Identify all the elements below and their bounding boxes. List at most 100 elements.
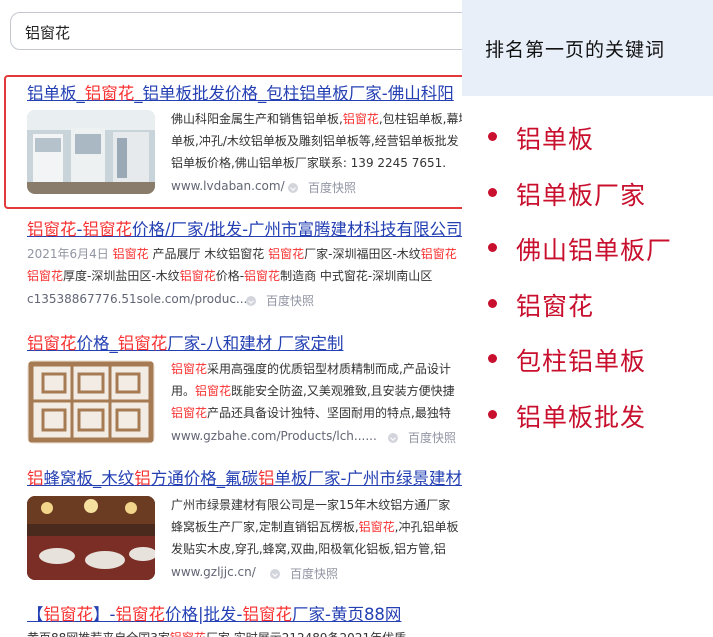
highlighted-term: 铝窗花 bbox=[112, 247, 149, 261]
bullet-dot bbox=[488, 299, 497, 308]
text-segment: 制造商 中式窗花-深圳南山区 bbox=[280, 269, 433, 283]
bullet-dot bbox=[488, 132, 497, 141]
snapshot-icon bbox=[388, 433, 398, 443]
highlighted-term: 铝 bbox=[258, 469, 275, 488]
text-segment: 方通价格_氟碳 bbox=[150, 469, 258, 488]
text-segment: 价格- bbox=[215, 269, 245, 283]
text-segment: 采用高强度的优质铝型材质精制而成,产品设计 bbox=[207, 362, 451, 376]
text-segment: 价格_ bbox=[76, 334, 118, 353]
highlighted-term: 铝窗花 bbox=[242, 605, 292, 624]
text-segment: 单板厂家-广州市绿景建材 bbox=[274, 469, 462, 488]
panel-header: 排名第一页的关键词 bbox=[462, 0, 713, 96]
search-results: 铝单板_铝窗花_铝单板批发价格_包柱铝单板厂家-佛山科阳 佛山科阳金属生产和销售… bbox=[0, 0, 462, 637]
bullet-dot bbox=[488, 188, 497, 197]
result-url[interactable]: www.gzljjc.cn/ bbox=[171, 565, 256, 579]
result-title[interactable]: 【铝窗花】-铝窗花价格|批发-铝窗花厂家-黄页88网 bbox=[27, 601, 401, 625]
text-segment: 既能安全防盗,又美观雅致,且安装方便快捷 bbox=[231, 384, 455, 398]
text-segment: 厂家-黄页88网 bbox=[291, 605, 402, 624]
result-snippet-line: 铝单板价格,佛山铝单板厂家联系: 139 2245 7651. bbox=[171, 154, 446, 171]
highlighted-term: 铝窗花 bbox=[82, 220, 132, 239]
result-snippet-line: 佛山科阳金属生产和销售铝单板,铝窗花,包柱铝单板,幕墙铝单板 bbox=[171, 110, 462, 127]
result-thumbnail[interactable] bbox=[27, 110, 155, 194]
text-segment: ,包柱铝单板,幕墙铝单板 bbox=[378, 112, 462, 126]
text-segment: 】- bbox=[93, 605, 116, 624]
keyword-item: 铝单板厂家 bbox=[488, 173, 708, 213]
result-snippet-line: 广州市绿景建材有限公司是一家15年木纹铝方通厂家 bbox=[171, 496, 450, 513]
highlighted-term: 铝 bbox=[134, 469, 151, 488]
highlighted-term: 铝窗花 bbox=[420, 247, 457, 261]
result-url[interactable]: www.lvdaban.com/ bbox=[171, 179, 285, 193]
result-snippet-line: 蜂窝板生产厂家,定制直销铝瓦楞板,铝窗花,冲孔铝单板 bbox=[171, 518, 458, 535]
result-title[interactable]: 铝窗花-铝窗花价格/厂家/批发-广州市富腾建材科技有限公司 bbox=[27, 216, 462, 240]
result-snippet-line: 单板,冲孔/木纹铝单板及雕刻铝单板等,经营铝单板批发 bbox=[171, 132, 459, 149]
keyword-item: 佛山铝单板厂 bbox=[488, 228, 708, 268]
result-snippet-line: 铝窗花采用高强度的优质铝型材质精制而成,产品设计 bbox=[171, 360, 451, 377]
text-segment: 蜂窝板_木纹 bbox=[43, 469, 135, 488]
text-segment: 发贴实木皮,穿孔,蜂窝,双曲,阳极氧化铝板,铝方管,铝 bbox=[171, 542, 446, 556]
highlighted-term: 铝窗花 bbox=[27, 220, 77, 239]
result-thumbnail[interactable] bbox=[27, 360, 155, 444]
result-snippet-line: 铝窗花厚度-深圳盐田区-木纹铝窗花价格-铝窗花制造商 中式窗花-深圳南山区 bbox=[27, 267, 432, 284]
text-segment: 广州市绿景建材有限公司是一家15年木纹铝方通厂家 bbox=[171, 498, 451, 512]
text-segment: 铝单板价格,佛山铝单板厂家联系: 139 2245 7651. bbox=[171, 156, 447, 170]
highlighted-term: 铝窗花 bbox=[43, 605, 94, 624]
text-segment: 价格/厂家/批发-广州市富腾建材科技有限公司 bbox=[131, 220, 462, 239]
panel-title: 排名第一页的关键词 bbox=[485, 39, 666, 61]
highlighted-term: 铝 bbox=[27, 469, 44, 488]
text-segment: 厂家,实时展示212489条2021年优质 bbox=[206, 631, 406, 637]
text-segment: 单板,冲孔/木纹铝单板及雕刻铝单板等,经营铝单板批发 bbox=[171, 134, 459, 148]
keyword-item: 包柱铝单板 bbox=[488, 339, 708, 379]
result-snippet-line: 用。铝窗花既能安全防盗,又美观雅致,且安装方便快捷 bbox=[171, 382, 455, 399]
text-segment: 价格|批发- bbox=[164, 605, 243, 624]
text-segment: 厚度-深圳盐田区-木纹 bbox=[63, 269, 180, 283]
result-snippet-line: 发贴实木皮,穿孔,蜂窝,双曲,阳极氧化铝板,铝方管,铝 bbox=[171, 540, 446, 557]
snapshot-link[interactable]: 百度快照 bbox=[270, 565, 338, 582]
result-title[interactable]: 铝窗花价格_铝窗花厂家-八和建材 厂家定制 bbox=[27, 330, 343, 354]
highlighted-term: 铝窗花 bbox=[115, 605, 165, 624]
result-snippet-line: 铝窗花产品还具备设计独特、坚固耐用的特点,最独特 bbox=[171, 404, 451, 421]
snapshot-link[interactable]: 百度快照 bbox=[388, 429, 456, 446]
result-date: 2021年6月4日 bbox=[27, 247, 113, 261]
snapshot-icon bbox=[288, 183, 298, 193]
text-segment: ,冲孔铝单板 bbox=[394, 520, 459, 534]
highlighted-term: 铝窗花 bbox=[342, 112, 379, 126]
highlighted-term: 铝窗花 bbox=[171, 362, 208, 376]
highlighted-term: 铝窗花 bbox=[117, 334, 168, 353]
result-title[interactable]: 铝蜂窝板_木纹铝方通价格_氟碳铝单板厂家-广州市绿景建材 bbox=[27, 465, 462, 489]
text-segment: 蜂窝板生产厂家,定制直销铝瓦楞板, bbox=[171, 520, 359, 534]
snapshot-icon bbox=[246, 296, 256, 306]
snapshot-link[interactable]: 百度快照 bbox=[246, 292, 314, 309]
snapshot-link[interactable]: 百度快照 bbox=[288, 179, 356, 196]
search-input[interactable] bbox=[25, 21, 445, 43]
highlighted-term: 铝窗花 bbox=[268, 247, 305, 261]
text-segment: 佛山科阳金属生产和销售铝单板, bbox=[171, 112, 343, 126]
highlighted-term: 铝窗花 bbox=[27, 334, 77, 353]
highlighted-term: 铝窗花 bbox=[358, 520, 395, 534]
result-thumbnail[interactable] bbox=[27, 496, 155, 580]
highlighted-term: 铝窗花 bbox=[179, 269, 216, 283]
result-snippet-line: 黄页88网推荐来自全国3家铝窗花厂家,实时展示212489条2021年优质 bbox=[27, 629, 406, 637]
text-segment: _铝单板批发价格_包柱铝单板厂家-佛山科阳 bbox=[134, 84, 454, 103]
result-snippet-line: 2021年6月4日 铝窗花 产品展厅 木纹铝窗花 铝窗花厂家-深圳福田区-木纹铝… bbox=[27, 245, 457, 262]
highlighted-term: 铝窗花 bbox=[195, 384, 232, 398]
text-segment: 厂家-深圳福田区-木纹 bbox=[304, 247, 421, 261]
bullet-dot bbox=[488, 243, 497, 252]
result-url[interactable]: www.gzbahe.com/Products/lch...... bbox=[171, 429, 377, 443]
keyword-item: 铝单板批发 bbox=[488, 395, 708, 435]
text-segment: 【 bbox=[27, 605, 44, 624]
highlighted-term: 铝窗花 bbox=[27, 269, 64, 283]
result-url[interactable]: c13538867776.51sole.com/produc... bbox=[27, 292, 247, 306]
text-segment: 产品还具备设计独特、坚固耐用的特点,最独特 bbox=[207, 406, 451, 420]
keyword-item: 铝窗花 bbox=[488, 284, 708, 324]
highlighted-term: 铝窗花 bbox=[171, 406, 208, 420]
bullet-dot bbox=[488, 354, 497, 363]
text-segment: 用。 bbox=[171, 384, 196, 398]
text-segment: 产品展厅 木纹铝窗花 bbox=[148, 247, 269, 261]
highlighted-term: 铝窗花 bbox=[170, 631, 206, 637]
text-segment: 厂家-八和建材 厂家定制 bbox=[167, 334, 344, 353]
keyword-item: 铝单板 bbox=[488, 117, 708, 157]
search-box[interactable] bbox=[10, 12, 462, 50]
snapshot-icon bbox=[270, 569, 280, 579]
result-title[interactable]: 铝单板_铝窗花_铝单板批发价格_包柱铝单板厂家-佛山科阳 bbox=[27, 80, 454, 104]
bullet-dot bbox=[488, 410, 497, 419]
